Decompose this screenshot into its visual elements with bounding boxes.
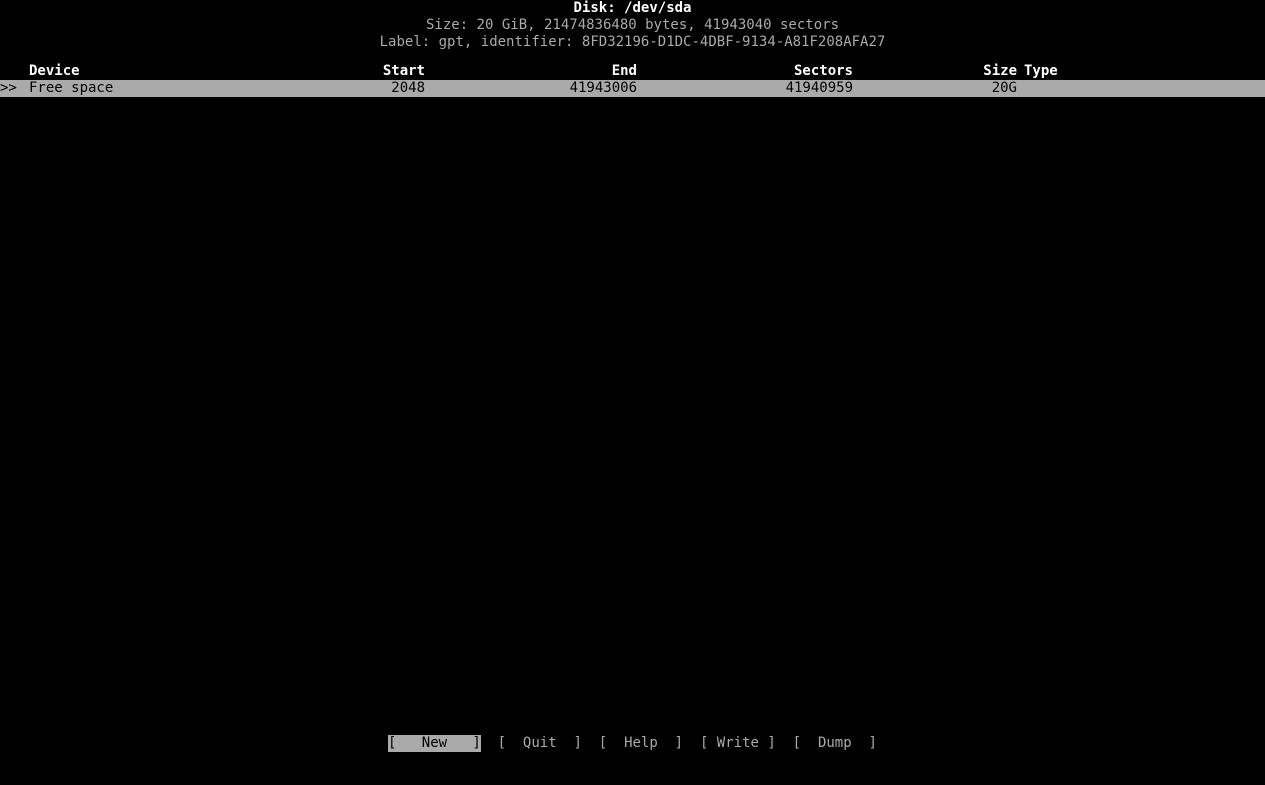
menu-separator-4	[776, 735, 793, 752]
menu-item-dump[interactable]: [ Dump ]	[793, 735, 877, 752]
column-header-end: End	[611, 63, 637, 79]
header-marker-spacer	[0, 63, 26, 80]
menu-separator-1	[481, 735, 498, 752]
column-header-start: Start	[382, 63, 425, 79]
table-header-row: Device Start End Sectors Size Type	[0, 63, 1265, 80]
column-header-type: Type	[1024, 63, 1058, 79]
action-menu: [ New ] [ Quit ] [ Help ] [ Write ] [ Du…	[0, 735, 1265, 752]
menu-item-help[interactable]: [ Help ]	[599, 735, 683, 752]
cfdisk-screen: Disk: /dev/sda Size: 20 GiB, 21474836480…	[0, 0, 1265, 785]
disk-info-header: Disk: /dev/sda Size: 20 GiB, 21474836480…	[0, 0, 1265, 51]
row-cell-type	[1024, 80, 1224, 97]
column-header-sectors: Sectors	[793, 63, 853, 79]
row-cell-device: Free space	[29, 80, 114, 96]
menu-separator-2	[582, 735, 599, 752]
partition-table: Device Start End Sectors Size Type >> Fr…	[0, 63, 1265, 97]
menu-separator-3	[683, 735, 700, 752]
menu-item-write[interactable]: [ Write ]	[700, 735, 776, 752]
row-selection-marker: >>	[0, 80, 17, 96]
disk-title: Disk: /dev/sda	[573, 0, 692, 16]
row-cell-size: 20G	[991, 80, 1017, 96]
column-header-device: Device	[29, 63, 80, 79]
column-header-size: Size	[983, 63, 1017, 79]
disk-size-line: Size: 20 GiB, 21474836480 bytes, 4194304…	[425, 17, 839, 33]
menu-item-new[interactable]: [ New ]	[388, 735, 481, 752]
row-cell-sectors: 41940959	[785, 80, 853, 96]
menu-item-quit[interactable]: [ Quit ]	[498, 735, 582, 752]
row-cell-start: 2048	[391, 80, 425, 96]
table-row[interactable]: >> Free space 2048 41943006 41940959 20G	[0, 80, 1265, 97]
disk-label-line: Label: gpt, identifier: 8FD32196-D1DC-4D…	[379, 34, 886, 50]
row-cell-end: 41943006	[569, 80, 637, 96]
